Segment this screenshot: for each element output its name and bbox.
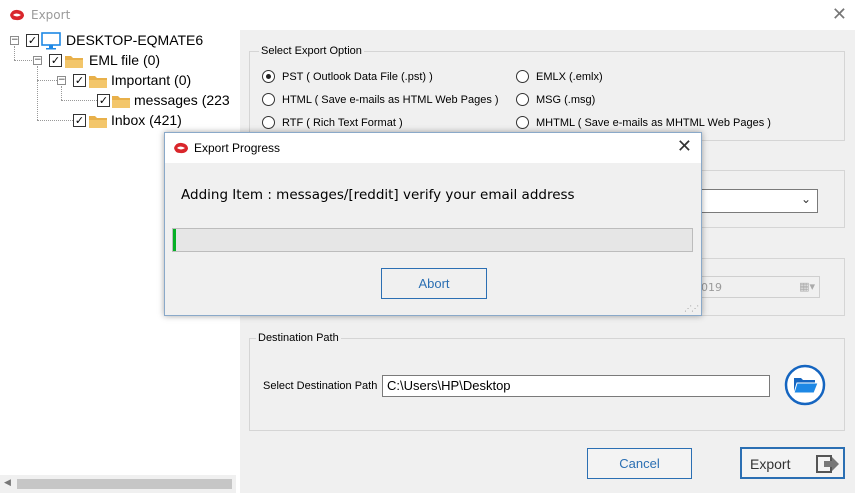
radio-emlx[interactable]: EMLX (.emlx) (516, 70, 603, 83)
radio-label: HTML ( Save e-mails as HTML Web Pages ) (282, 93, 499, 106)
destination-label: Select Destination Path (263, 380, 378, 392)
tree-collapse-icon[interactable]: − (10, 36, 19, 45)
progress-fill (173, 229, 176, 251)
tree-label-root[interactable]: DESKTOP-EQMATE6 (66, 32, 203, 48)
tree-connector (61, 100, 97, 101)
export-progress-dialog: Export Progress ✕ Adding Item : messages… (164, 132, 702, 316)
tree-checkbox-inbox[interactable]: ✓ (73, 114, 86, 127)
tree-connector (37, 66, 38, 120)
tree-checkbox-root[interactable]: ✓ (26, 34, 39, 47)
export-button[interactable]: Export (740, 447, 845, 479)
tree-connector (37, 80, 59, 81)
scrollbar-thumb[interactable] (17, 479, 232, 489)
calendar-icon: ▦▾ (799, 280, 815, 293)
radio-button[interactable] (516, 116, 529, 129)
folder-icon (65, 56, 83, 68)
radio-label: MHTML ( Save e-mails as MHTML Web Pages … (536, 116, 771, 129)
radio-label: EMLX (.emlx) (536, 70, 603, 83)
dropdown-select[interactable]: ⌄ (690, 189, 818, 213)
radio-button[interactable] (262, 70, 275, 83)
date-picker[interactable]: 019 ▦▾ (690, 276, 820, 298)
radio-mhtml[interactable]: MHTML ( Save e-mails as MHTML Web Pages … (516, 116, 771, 129)
folder-icon (89, 76, 107, 88)
radio-button[interactable] (262, 116, 275, 129)
export-label: Export (750, 456, 791, 472)
dialog-titlebar: Export Progress ✕ (165, 133, 701, 163)
dialog-title: Export Progress (194, 141, 281, 155)
scroll-left-icon[interactable]: ◀ (4, 478, 11, 488)
abort-button[interactable]: Abort (381, 268, 487, 299)
resize-grip-icon[interactable]: ⋰⋰ (684, 304, 699, 313)
tree-label-inbox[interactable]: Inbox (421) (111, 112, 182, 128)
tree-connector (37, 120, 75, 121)
radio-button[interactable] (516, 93, 529, 106)
date-value: 019 (701, 281, 722, 294)
export-arrow-icon (816, 455, 839, 473)
tree-label-important[interactable]: Important (0) (111, 72, 191, 88)
tree-collapse-icon[interactable]: − (57, 76, 66, 85)
browse-folder-button[interactable] (784, 364, 826, 406)
tree-checkbox-eml[interactable]: ✓ (49, 54, 62, 67)
destination-path-input[interactable]: C:\Users\HP\Desktop (382, 375, 770, 397)
tree-label-eml[interactable]: EML file (0) (89, 52, 160, 68)
radio-button[interactable] (262, 93, 275, 106)
window-title: Export (31, 8, 71, 22)
tree-collapse-icon[interactable]: − (33, 56, 42, 65)
tree-connector (14, 46, 15, 60)
radio-label: PST ( Outlook Data File (.pst) ) (282, 70, 433, 83)
destination-title: Destination Path (256, 332, 341, 344)
progress-message: Adding Item : messages/[reddit] verify y… (181, 187, 575, 203)
app-logo-icon (174, 142, 188, 154)
tree-connector (61, 86, 62, 100)
window-titlebar: Export ✕ (0, 0, 867, 30)
app-logo-icon (10, 9, 24, 21)
folder-icon (112, 96, 130, 108)
radio-html[interactable]: HTML ( Save e-mails as HTML Web Pages ) (262, 93, 499, 106)
tree-checkbox-important[interactable]: ✓ (73, 74, 86, 87)
cancel-button[interactable]: Cancel (587, 448, 692, 479)
radio-msg[interactable]: MSG (.msg) (516, 93, 595, 106)
tree-label-messages[interactable]: messages (223 (134, 92, 230, 108)
progress-bar (172, 228, 693, 252)
radio-label: MSG (.msg) (536, 93, 596, 106)
radio-pst[interactable]: PST ( Outlook Data File (.pst) ) (262, 70, 433, 83)
folder-icon (89, 116, 107, 128)
radio-rtf[interactable]: RTF ( Rich Text Format ) (262, 116, 403, 129)
chevron-down-icon: ⌄ (800, 192, 811, 206)
computer-icon (41, 32, 61, 50)
radio-button[interactable] (516, 70, 529, 83)
window-close-icon[interactable]: ✕ (832, 4, 847, 25)
export-option-title: Select Export Option (259, 45, 364, 57)
dialog-close-icon[interactable]: ✕ (677, 136, 692, 157)
right-edge (855, 30, 867, 493)
tree-checkbox-messages[interactable]: ✓ (97, 94, 110, 107)
radio-label: RTF ( Rich Text Format ) (282, 116, 403, 129)
